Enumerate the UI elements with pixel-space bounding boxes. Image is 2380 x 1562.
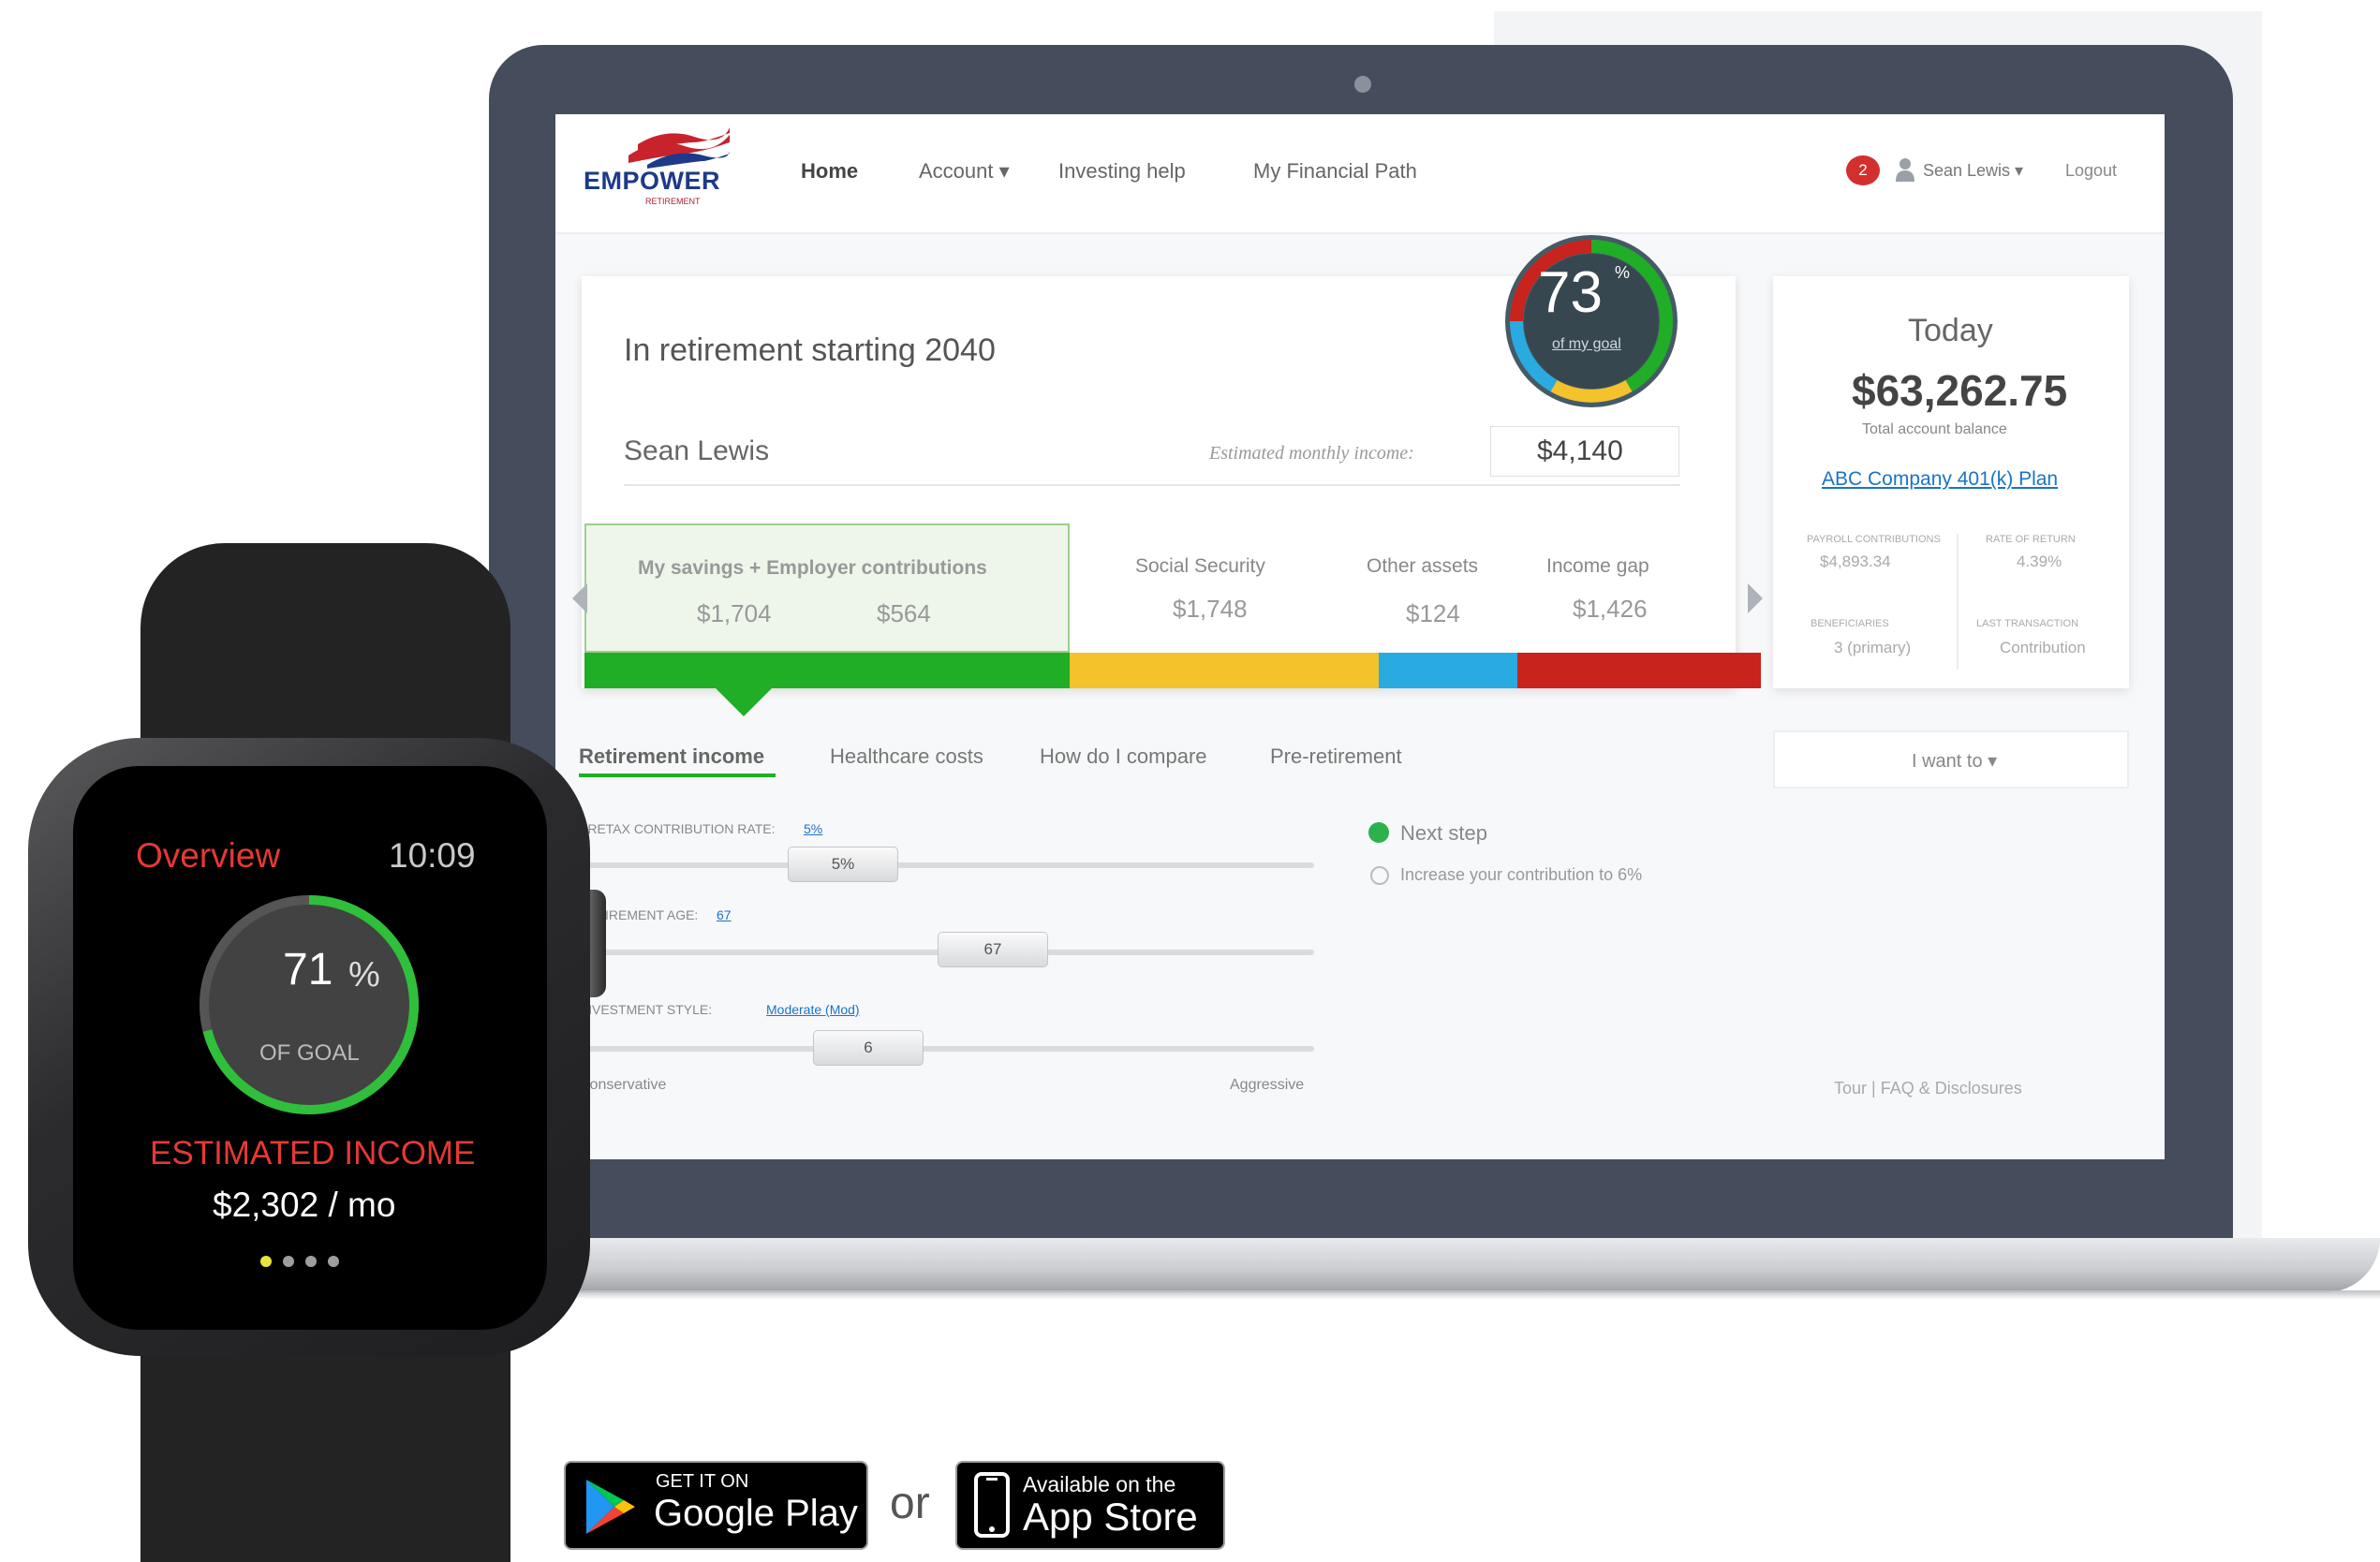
- stat-value: 3 (primary): [1834, 639, 1912, 656]
- app-store-text: App Store: [1023, 1495, 1198, 1539]
- retirement-age-slider-handle[interactable]: 67: [938, 932, 1048, 967]
- user-icon: [1896, 158, 1914, 182]
- savings-label: My savings + Employer contributions: [638, 557, 987, 579]
- watch-estimated-income-label: ESTIMATED INCOME: [150, 1135, 476, 1172]
- aggressive-label: Aggressive: [1230, 1077, 1305, 1093]
- savings-highlight[interactable]: [584, 523, 1070, 653]
- next-step-title: Next step: [1400, 821, 1487, 845]
- income-gap-value: $1,426: [1573, 595, 1648, 623]
- google-play-text: Google Play: [654, 1493, 858, 1534]
- brand-logo-sub: RETIREMENT: [645, 197, 701, 206]
- social-security-label[interactable]: Social Security: [1135, 555, 1265, 578]
- laptop-camera: [1354, 76, 1371, 93]
- google-play-small-text: GET IT ON: [656, 1471, 749, 1492]
- estimated-income-value: $4,140: [1537, 435, 1623, 466]
- laptop-screen: EMPOWER RETIREMENT Home Account ▾ Invest…: [555, 114, 2165, 1159]
- income-gap-label[interactable]: Income gap: [1546, 555, 1649, 578]
- employer-value: $564: [877, 599, 931, 627]
- conservative-label: Conservative: [579, 1077, 667, 1093]
- page-dot: [283, 1256, 294, 1267]
- investment-style-slider-track[interactable]: [579, 1046, 1314, 1052]
- watch-goal-percent: 71: [283, 945, 333, 995]
- contribution-rate-label: PRETAX CONTRIBUTION RATE:: [579, 821, 776, 836]
- nav-account[interactable]: Account ▾: [919, 159, 1010, 184]
- investment-style-slider-handle[interactable]: 6: [813, 1030, 924, 1066]
- arrow-right-icon[interactable]: [1748, 583, 1763, 613]
- phone-icon: [974, 1472, 1010, 1538]
- watch-time: 10:09: [389, 836, 476, 875]
- stat-value: 4.39%: [2017, 553, 2062, 570]
- watch-goal-ring: [200, 895, 419, 1114]
- watch-of-goal: OF GOAL: [259, 1040, 360, 1066]
- top-nav: EMPOWER RETIREMENT Home Account ▾ Invest…: [555, 114, 2165, 234]
- active-tab-indicator: [579, 774, 776, 777]
- content-area: In retirement starting 2040 Sean Lewis E…: [555, 234, 2165, 1159]
- tab-retirement-income[interactable]: Retirement income: [579, 744, 764, 769]
- account-balance-label: Total account balance: [1862, 421, 2007, 437]
- stat-divider: [1957, 534, 1959, 670]
- investment-style-link[interactable]: Moderate (Mod): [766, 1002, 860, 1017]
- app-store-small-text: Available on the: [1023, 1472, 1176, 1496]
- stat-label: RATE OF RETURN: [1986, 534, 2076, 545]
- social-security-value: $1,748: [1173, 595, 1248, 623]
- tab-pre-retirement[interactable]: Pre-retirement: [1270, 744, 1402, 769]
- next-step-icon: [1368, 822, 1389, 843]
- tab-how-do-i-compare[interactable]: How do I compare: [1040, 744, 1207, 769]
- i-want-to-label: I want to ▾: [1912, 751, 1998, 772]
- segment-pointer: [716, 688, 772, 716]
- watch-title: Overview: [136, 836, 281, 875]
- google-play-icon: [586, 1480, 635, 1534]
- savings-value: $1,704: [697, 599, 772, 627]
- goal-percent-sign: %: [1615, 263, 1631, 282]
- user-name: Sean Lewis: [624, 435, 770, 466]
- stat-label: LAST TRANSACTION: [1976, 618, 2079, 629]
- stat-label: PAYROLL CONTRIBUTIONS: [1807, 534, 1941, 545]
- nav-financial-path[interactable]: My Financial Path: [1253, 159, 1417, 184]
- logout-link[interactable]: Logout: [2065, 161, 2117, 181]
- page-dot: [328, 1256, 339, 1267]
- laptop-base: [525, 1238, 2380, 1292]
- page-dot-active: [260, 1256, 272, 1267]
- income-gap-bar-segment: [1517, 653, 1761, 688]
- contribution-slider-handle[interactable]: 5%: [788, 847, 898, 882]
- flag-logo-icon: [628, 127, 731, 169]
- next-step-item[interactable]: Increase your contribution to 6%: [1400, 865, 1642, 885]
- account-balance: $63,262.75: [1852, 366, 2068, 415]
- notification-badge[interactable]: 2: [1846, 155, 1880, 185]
- investment-style-label: INVESTMENT STYLE:: [579, 1002, 713, 1017]
- watch-estimated-income-value: $2,302 / mo: [213, 1186, 396, 1224]
- footer-links[interactable]: Tour | FAQ & Disclosures: [1834, 1079, 2022, 1098]
- other-assets-bar-segment: [1379, 653, 1517, 688]
- divider: [624, 484, 1680, 486]
- goal-sub-link[interactable]: of my goal: [1552, 336, 1621, 353]
- or-text: or: [890, 1479, 930, 1528]
- plan-link[interactable]: ABC Company 401(k) Plan: [1822, 468, 2058, 491]
- nav-investing-help[interactable]: Investing help: [1058, 159, 1186, 184]
- today-title: Today: [1908, 313, 1993, 348]
- contribution-rate-link[interactable]: 5%: [804, 821, 822, 836]
- watch-goal-percent-sign: %: [348, 955, 380, 995]
- user-menu[interactable]: Sean Lewis ▾: [1923, 161, 2023, 181]
- stat-value: $4,893.34: [1820, 553, 1891, 570]
- watch-band-top: [140, 543, 510, 768]
- tab-healthcare-costs[interactable]: Healthcare costs: [830, 744, 983, 769]
- page-dot: [305, 1256, 317, 1267]
- arrow-left-icon[interactable]: [572, 583, 587, 613]
- retirement-title: In retirement starting 2040: [624, 332, 996, 368]
- retirement-age-link[interactable]: 67: [717, 907, 732, 922]
- stat-label: BENEFICIARIES: [1811, 618, 1889, 629]
- nav-home[interactable]: Home: [801, 159, 858, 184]
- stat-value: Contribution: [2000, 639, 2086, 656]
- goal-percent: 73: [1538, 260, 1603, 325]
- retirement-card: In retirement starting 2040 Sean Lewis E…: [572, 235, 1763, 716]
- social-security-bar-segment: [1070, 653, 1379, 688]
- other-assets-value: $124: [1406, 599, 1460, 627]
- other-assets-label[interactable]: Other assets: [1367, 555, 1478, 578]
- laptop-base-shadow: [525, 1290, 2380, 1300]
- contribution-slider-track[interactable]: [579, 862, 1314, 868]
- savings-bar-segment: [584, 653, 1070, 688]
- estimated-income-label: Estimated monthly income:: [1209, 443, 1414, 464]
- brand-logo[interactable]: EMPOWER: [584, 167, 720, 196]
- next-step-item-icon: [1370, 866, 1389, 885]
